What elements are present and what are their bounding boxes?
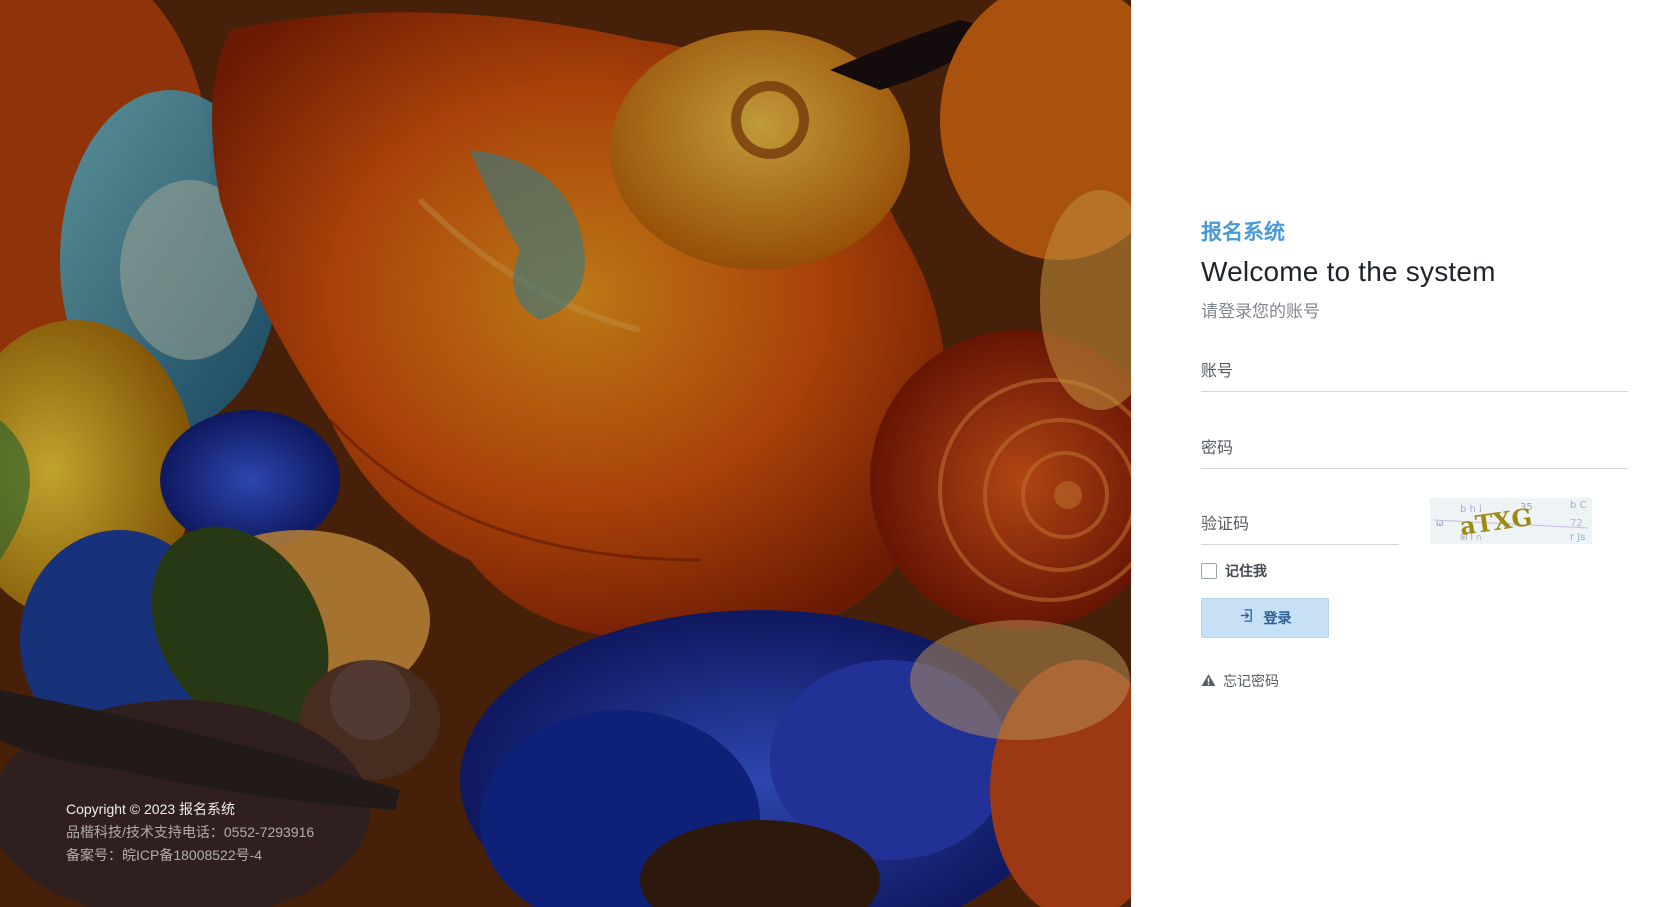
background-artwork: Copyright © 2023 报名系统 品楷科技/技术支持电话：0552-7… (0, 0, 1131, 907)
account-field (1201, 355, 1628, 392)
forgot-password-label: 忘记密码 (1223, 673, 1279, 689)
login-button-label: 登录 (1263, 610, 1292, 626)
sign-in-icon (1239, 608, 1254, 628)
welcome-heading: Welcome to the system (1201, 256, 1496, 287)
captcha-graphic: b h i 35 b C ω 72 ⊞ ꟾ ก r Js aTXG (1430, 498, 1592, 544)
remember-me[interactable]: 记住我 (1201, 561, 1267, 581)
captcha-field (1201, 508, 1399, 545)
login-button[interactable]: 登录 (1201, 598, 1329, 638)
page-footer: Copyright © 2023 报名系统 品楷科技/技术支持电话：0552-7… (66, 798, 314, 867)
warning-triangle-icon (1201, 673, 1216, 690)
login-page: Copyright © 2023 报名系统 品楷科技/技术支持电话：0552-7… (0, 0, 1680, 907)
remember-me-label: 记住我 (1225, 563, 1267, 579)
copyright-text: Copyright © 2023 报名系统 (66, 801, 236, 817)
password-field (1201, 432, 1628, 469)
captcha-image[interactable]: b h i 35 b C ω 72 ⊞ ꟾ ก r Js aTXG (1430, 498, 1592, 544)
icp-record-text: 备案号：皖ICP备18008522号-4 (66, 847, 263, 863)
background-shade (0, 0, 1131, 907)
remember-me-checkbox[interactable] (1201, 563, 1217, 579)
forgot-password-link[interactable]: 忘记密码 (1201, 671, 1279, 691)
brand-title: 报名系统 (1201, 221, 1285, 244)
support-phone-text: 品楷科技/技术支持电话：0552-7293916 (66, 824, 315, 840)
svg-text:b C: b C (1570, 500, 1587, 511)
svg-text:r Js: r Js (1570, 532, 1585, 543)
captcha-input[interactable] (1201, 508, 1399, 542)
login-subtitle: 请登录您的账号 (1201, 302, 1320, 321)
password-input[interactable] (1201, 432, 1628, 466)
account-input[interactable] (1201, 355, 1628, 389)
login-panel: 报名系统 Welcome to the system 请登录您的账号 b h i… (1131, 0, 1680, 907)
